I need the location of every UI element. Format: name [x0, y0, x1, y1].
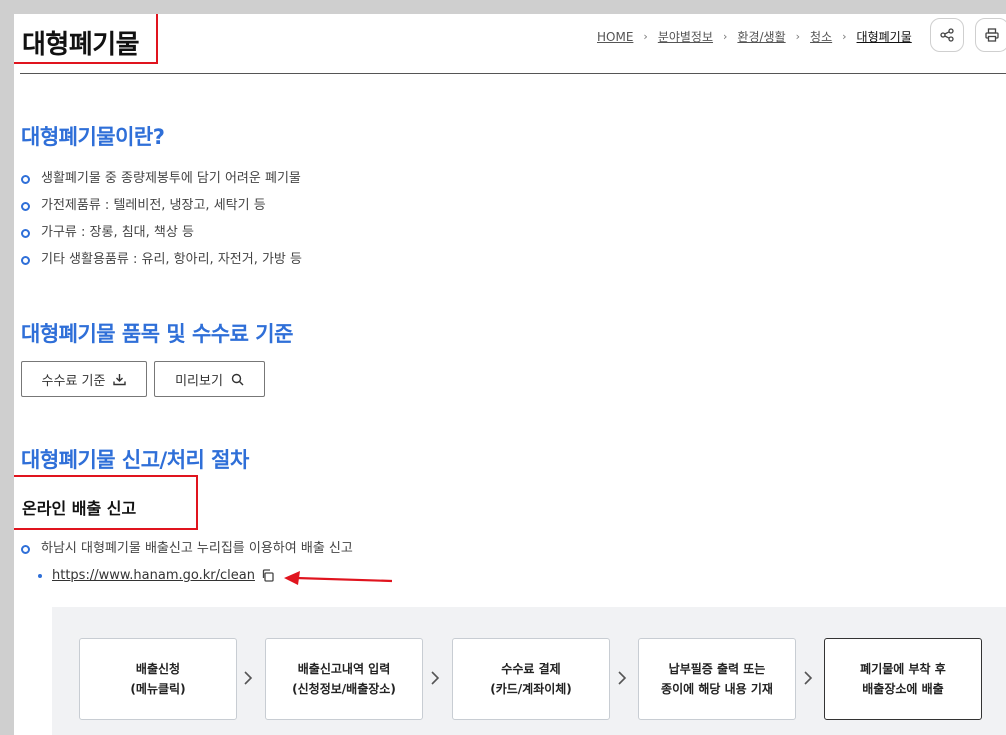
procedure-steps: 배출신청 (메뉴클릭) 배출신고내역 입력 (신청정보/배출장소) 수수료 결제… [52, 607, 1006, 735]
fee-download-button[interactable]: 수수료 기준 [21, 361, 147, 397]
list-item-text: 가전제품류 : 텔레비전, 냉장고, 세탁기 등 [41, 198, 266, 213]
chevron-right-icon: › [795, 30, 801, 43]
list-item-text: 하남시 대형폐기물 배출신고 누리집를 이용하여 배출 신고 [41, 541, 353, 556]
fee-download-label: 수수료 기준 [41, 373, 106, 389]
subheading-highlight-box [14, 475, 198, 530]
bullet-icon [21, 202, 30, 211]
list-item: 가전제품류 : 텔레비전, 냉장고, 세탁기 등 [21, 198, 302, 225]
chevron-right-icon: › [643, 30, 648, 43]
definition-list: 생활폐기물 중 종량제봉투에 담기 어려운 폐기물 가전제품류 : 텔레비전, … [21, 171, 302, 279]
online-report-list: 하남시 대형폐기물 배출신고 누리집를 이용하여 배출 신고 [21, 541, 353, 568]
step-title: 배출신고내역 입력 [297, 662, 391, 676]
step-card: 납부필증 출력 또는 종이에 해당 내용 기재 [638, 638, 796, 720]
bullet-icon [21, 229, 30, 238]
section-heading-procedure: 대형폐기물 신고/처리 절차 [21, 448, 249, 472]
breadcrumb-field-info[interactable]: 분야별정보 [658, 28, 713, 45]
section-heading-definition: 대형폐기물이란? [21, 125, 165, 149]
search-icon [231, 373, 244, 385]
header-divider [20, 73, 1006, 74]
step-detail: 배출장소에 배출 [862, 682, 944, 696]
breadcrumb: HOME › 분야별정보 › 환경/생활 › 청소 › 대형폐기물 [597, 28, 912, 45]
print-icon [985, 28, 999, 42]
print-button[interactable] [975, 18, 1006, 52]
step-detail: 종이에 해당 내용 기재 [661, 682, 773, 696]
list-item-text: 생활폐기물 중 종량제봉투에 담기 어려운 폐기물 [41, 171, 301, 186]
bullet-icon [38, 573, 42, 578]
list-item: 가구류 : 장롱, 침대, 책상 등 [21, 225, 302, 252]
step-card: 배출신청 (메뉴클릭) [79, 638, 237, 720]
step-title: 폐기물에 부착 후 [860, 662, 946, 676]
clean-site-link[interactable]: https://www.hanam.go.kr/clean [52, 568, 255, 583]
section-heading-fee: 대형폐기물 품목 및 수수료 기준 [21, 322, 293, 346]
breadcrumb-cleaning[interactable]: 청소 [810, 28, 832, 45]
step-title: 납부필증 출력 또는 [668, 662, 766, 676]
chevron-right-icon [804, 671, 813, 685]
copy-icon[interactable] [261, 569, 274, 582]
annotation-arrow-icon [284, 571, 393, 585]
chevron-right-icon: › [723, 30, 728, 43]
step-detail: (카드/계좌이체) [490, 682, 572, 696]
clean-link-row: https://www.hanam.go.kr/clean [38, 568, 274, 583]
step-card: 배출신고내역 입력 (신청정보/배출장소) [265, 638, 423, 720]
page-content: 대형폐기물 HOME › 분야별정보 › 환경/생활 › 청소 › 대형폐기물 … [14, 14, 1006, 735]
list-item: 하남시 대형폐기물 배출신고 누리집를 이용하여 배출 신고 [21, 541, 353, 568]
breadcrumb-current[interactable]: 대형폐기물 [857, 28, 912, 45]
step-title: 수수료 결제 [501, 662, 561, 676]
step-detail: (신청정보/배출장소) [292, 682, 396, 696]
breadcrumb-home[interactable]: HOME [597, 30, 633, 44]
bullet-icon [21, 545, 30, 554]
chevron-right-icon [244, 671, 253, 685]
list-item: 생활폐기물 중 종량제봉투에 담기 어려운 폐기물 [21, 171, 302, 198]
list-item-text: 가구류 : 장롱, 침대, 책상 등 [41, 225, 194, 240]
title-highlight-box [14, 14, 158, 64]
chevron-right-icon [618, 671, 627, 685]
chevron-right-icon: › [842, 30, 847, 43]
step-title: 배출신청 [135, 662, 181, 676]
step-card: 폐기물에 부착 후 배출장소에 배출 [824, 638, 982, 720]
list-item-text: 기타 생활용품류 : 유리, 항아리, 자전거, 가방 등 [41, 252, 302, 267]
download-icon [113, 373, 127, 385]
chevron-right-icon [431, 671, 440, 685]
share-button[interactable] [930, 18, 964, 52]
step-detail: (메뉴클릭) [130, 682, 186, 696]
preview-label: 미리보기 [175, 373, 223, 389]
bullet-icon [21, 175, 30, 184]
list-item: 기타 생활용품류 : 유리, 항아리, 자전거, 가방 등 [21, 252, 302, 279]
preview-button[interactable]: 미리보기 [154, 361, 265, 397]
breadcrumb-environment[interactable]: 환경/생활 [737, 28, 785, 45]
step-card: 수수료 결제 (카드/계좌이체) [452, 638, 610, 720]
share-icon [940, 28, 954, 42]
bullet-icon [21, 256, 30, 265]
